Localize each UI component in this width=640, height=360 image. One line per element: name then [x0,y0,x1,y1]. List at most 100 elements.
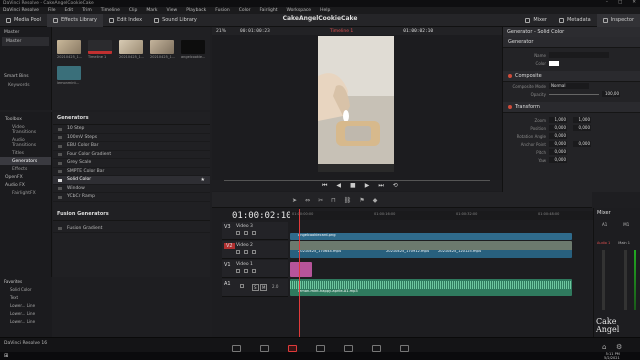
track-header-v3[interactable]: V3 Video 3 [222,222,288,240]
generator-item[interactable]: Grey Scale [53,159,210,168]
video-clip-track-v2[interactable]: 20210425_170644.mp4 20210425_170912.mp4 … [290,241,572,258]
menu-item[interactable]: DaVinci Resolve [3,8,39,13]
eye-icon[interactable] [252,269,256,273]
media-clip[interactable]: angelcookie... [181,40,209,59]
anchor-y-value[interactable]: 0,000 [573,141,591,147]
flag-icon[interactable]: ⚑ [359,197,364,204]
track-header-a1[interactable]: A1 S M 2.0 [222,279,288,297]
favorite-item[interactable]: Lower... Line [0,317,52,325]
solo-button[interactable]: S [252,284,259,291]
bin-master[interactable]: Master [2,37,49,46]
reverse-icon[interactable]: ◀ [336,182,341,190]
fader-a1[interactable] [602,250,605,310]
generator-item[interactable]: 10 Step [53,125,210,134]
generator-item[interactable]: Four Color Gradient [53,151,210,159]
deliver-page-icon[interactable] [400,345,409,352]
menu-item[interactable]: Fusion [215,8,229,13]
scrubber-bar[interactable] [224,180,490,181]
eye-icon[interactable] [252,250,256,254]
menu-item[interactable]: Trim [82,8,92,13]
trim-tool-icon[interactable]: ⇔ [305,197,310,204]
settings-icon[interactable]: ⚙ [616,343,622,351]
lock-icon[interactable] [236,269,240,273]
category-fairlightfx[interactable]: FairlightFX [0,189,51,197]
effects-library-button[interactable]: Effects Library [46,13,104,27]
favorite-item[interactable]: Lower... Line [0,301,52,309]
play-icon[interactable]: ▶ [365,182,370,190]
linked-selection-icon[interactable]: ⛓ [344,197,352,204]
category-generators[interactable]: Generators [0,157,51,165]
cut-page-icon[interactable] [260,345,269,352]
maximize-button[interactable]: □ [618,0,622,5]
minimize-button[interactable]: – [606,0,608,5]
generator-item-solid-color[interactable]: Solid Color ★ [53,176,210,185]
edit-page-icon[interactable] [288,345,297,352]
metadata-button[interactable]: Metadata [553,14,597,27]
position-x-value[interactable]: 0,000 [549,125,567,131]
video-clip[interactable]: 20210425_170644.mp4 [290,250,386,253]
lock-icon[interactable] [236,250,240,254]
category-openfx[interactable]: OpenFX [0,173,51,181]
inspector-button[interactable]: Inspector [596,13,640,27]
favorite-item[interactable]: Solid Color [0,285,52,293]
media-clip[interactable]: 20210425_1... [57,40,85,59]
zoom-level[interactable]: 21% [216,29,226,34]
go-to-end-icon[interactable]: ⏭ [378,182,383,190]
stop-icon[interactable]: ■ [350,182,356,190]
timeline-ruler[interactable]: 01:00:00:00 01:00:16:00 01:00:32:00 01:0… [290,211,593,220]
auto-select-icon[interactable] [244,231,248,235]
mute-button[interactable]: M [260,284,268,291]
video-preview[interactable] [318,36,394,172]
media-clip[interactable]: 20210425_1... [119,40,147,59]
anchor-x-value[interactable]: 0,000 [549,141,567,147]
media-pool-button[interactable]: Media Pool [0,14,47,27]
generator-item[interactable]: 100mV Steps [53,134,210,142]
color-page-icon[interactable] [344,345,353,352]
menu-item[interactable]: View [167,8,178,13]
category-effects[interactable]: Effects [0,165,51,173]
menu-item[interactable]: Clip [129,8,138,13]
go-to-start-icon[interactable]: ⏮ [322,182,327,190]
favorite-item[interactable]: Text [0,293,52,301]
lock-icon[interactable] [240,284,244,288]
composite-mode-select[interactable]: Normal [549,83,589,89]
media-page-icon[interactable] [232,345,241,352]
video-clip[interactable]: 20210425_120125.mp4 [438,250,568,253]
generator-item[interactable]: EBU Color Bar [53,142,210,151]
position-y-value[interactable]: 0,000 [573,125,591,131]
loop-icon[interactable]: ⟲ [393,182,398,190]
category-video-transitions[interactable]: Video Transitions [0,123,51,136]
mixer-button[interactable]: Mixer [519,14,553,27]
snapping-icon[interactable]: ⊓ [331,197,336,204]
blade-tool-icon[interactable]: ✂ [318,197,323,204]
zoom-y-value[interactable]: 1,000 [573,117,591,123]
generator-item[interactable]: Fusion Gradient [53,225,210,233]
menu-item[interactable]: Mark [146,8,157,13]
marker-icon[interactable]: ◆ [373,197,378,204]
menu-item[interactable]: Playback [186,8,206,13]
auto-select-icon[interactable] [244,269,248,273]
video-clip[interactable]: 20210425_170912.mp4 [386,250,438,253]
generator-item[interactable]: Window [53,185,210,193]
media-clip[interactable]: Timeline 1 [88,40,116,59]
generator-item[interactable]: YCbCr Ramp [53,193,210,202]
opacity-slider[interactable] [549,93,599,95]
generator-clip[interactable] [290,262,312,277]
generator-section[interactable]: Generator [503,37,640,48]
media-clip[interactable]: lemonmint... [57,66,85,85]
timeline-name[interactable]: Timeline 1 [330,29,353,34]
fusion-page-icon[interactable] [316,345,325,352]
sound-library-button[interactable]: Sound Library [148,14,203,27]
category-titles[interactable]: Titles [0,149,51,157]
toolbox-category[interactable]: Toolbox [0,115,51,123]
audio-clip[interactable]: lemon-mint-happy-aprile-A1.mp3 [290,279,572,296]
generator-item[interactable]: SMPTE Color Bar [53,168,210,176]
enable-dot-icon[interactable] [508,74,512,78]
favorite-star-icon[interactable]: ★ [201,177,205,183]
zoom-x-value[interactable]: 1,000 [549,117,567,123]
pitch-value[interactable]: 0,000 [549,149,567,155]
menu-item[interactable]: Fairlight [259,8,277,13]
yaw-value[interactable]: 0,000 [549,157,567,163]
menu-item[interactable]: Workspace [286,8,311,13]
fader-main[interactable] [624,250,627,310]
